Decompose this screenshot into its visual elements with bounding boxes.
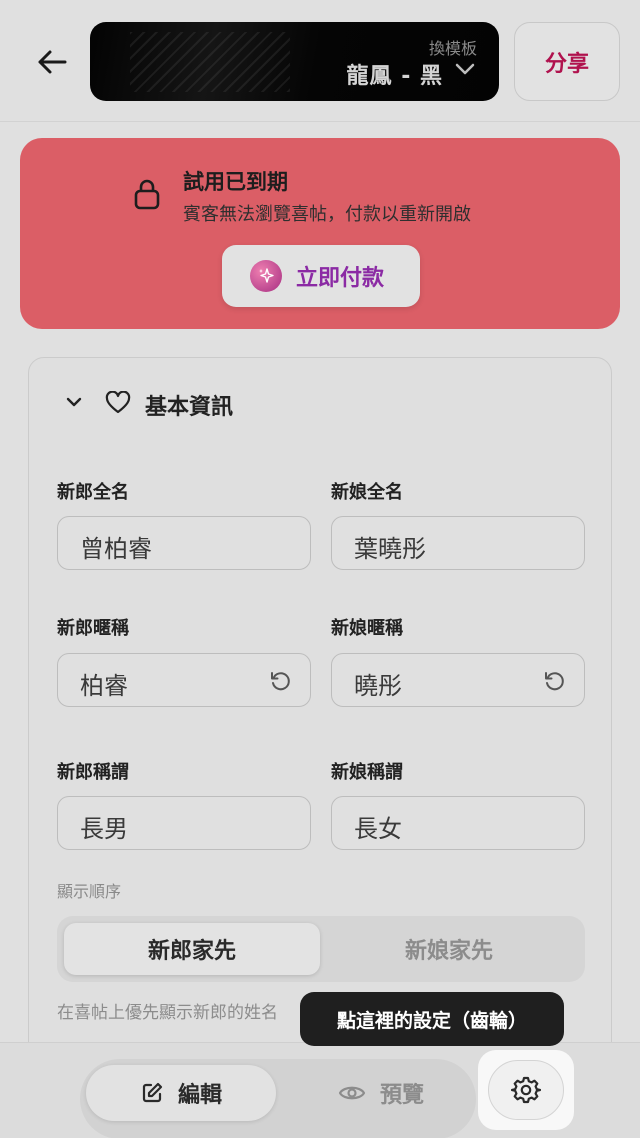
banner-title: 試用已到期 xyxy=(183,170,288,194)
trial-expired-banner: 試用已到期 賓客無法瀏覽喜帖，付款以重新開啟 立即付款 xyxy=(20,138,620,329)
arrow-left-icon xyxy=(38,50,67,74)
tab-edit-label: 編輯 xyxy=(177,1083,222,1108)
change-template-button[interactable]: 換模板 龍鳳 - 黑 xyxy=(90,22,499,101)
tab-preview-label: 預覽 xyxy=(379,1083,424,1108)
tab-edit[interactable]: 編輯 xyxy=(86,1065,276,1121)
gear-icon xyxy=(511,1076,541,1104)
reset-icon[interactable] xyxy=(268,669,292,693)
bride-name-label: 新娘全名 xyxy=(331,482,403,503)
groom-first-option[interactable]: 新郎家先 xyxy=(64,923,320,975)
display-order-toggle: 新郎家先 新娘家先 xyxy=(57,916,585,982)
share-button[interactable]: 分享 xyxy=(514,22,620,101)
bride-title-label: 新娘稱謂 xyxy=(331,762,403,783)
banner-subtitle: 賓客無法瀏覽喜帖，付款以重新開啟 xyxy=(183,204,471,225)
chevron-down-icon xyxy=(455,63,475,75)
bride-title-field[interactable]: 長女 xyxy=(331,796,585,850)
top-bar: 換模板 龍鳳 - 黑 分享 xyxy=(0,0,640,122)
reset-icon[interactable] xyxy=(542,669,566,693)
section-title: 基本資訊 xyxy=(145,395,234,420)
template-name: 龍鳳 - 黑 xyxy=(346,64,443,89)
groom-title-label: 新郎稱謂 xyxy=(57,762,129,783)
bride-title-value: 長女 xyxy=(354,815,402,843)
lock-icon xyxy=(134,179,160,210)
bride-first-option[interactable]: 新娘家先 xyxy=(320,923,578,975)
tab-preview[interactable]: 預覽 xyxy=(316,1065,446,1121)
groom-name-label: 新郎全名 xyxy=(57,482,129,503)
sparkle-icon xyxy=(250,260,282,292)
edit-icon xyxy=(142,1082,163,1103)
groom-name-value: 曾柏睿 xyxy=(80,535,152,563)
bride-name-field[interactable]: 葉曉彤 xyxy=(331,516,585,570)
bride-nick-field[interactable]: 曉彤 xyxy=(331,653,585,707)
back-button[interactable] xyxy=(28,42,76,82)
chevron-down-icon[interactable] xyxy=(65,395,83,409)
groom-nick-field[interactable]: 柏睿 xyxy=(57,653,311,707)
settings-button[interactable] xyxy=(488,1060,564,1120)
template-thumbnail xyxy=(130,32,290,92)
template-label: 換模板 xyxy=(428,39,477,58)
groom-nick-value: 柏睿 xyxy=(80,672,128,700)
mode-tabs: 編輯 預覽 xyxy=(80,1059,476,1138)
settings-tooltip: 點這裡的設定（齒輪） xyxy=(300,992,564,1046)
bride-nick-value: 曉彤 xyxy=(354,672,402,700)
display-order-helper: 在喜帖上優先顯示新郎的姓名 xyxy=(57,1003,278,1023)
groom-title-field[interactable]: 長男 xyxy=(57,796,311,850)
pay-now-label: 立即付款 xyxy=(296,266,385,291)
heart-icon xyxy=(105,391,131,414)
groom-title-value: 長男 xyxy=(80,815,128,843)
basic-info-card: 基本資訊 新郎全名 新娘全名 曾柏睿 葉曉彤 新郎暱稱 新娘暱稱 柏睿 曉彤 新… xyxy=(28,357,612,1097)
bride-nick-label: 新娘暱稱 xyxy=(331,618,403,639)
display-order-label: 顯示順序 xyxy=(57,882,122,901)
bride-name-value: 葉曉彤 xyxy=(354,535,426,563)
eye-icon xyxy=(338,1086,366,1100)
groom-nick-label: 新郎暱稱 xyxy=(57,618,129,639)
pay-now-button[interactable]: 立即付款 xyxy=(222,245,420,307)
groom-name-field[interactable]: 曾柏睿 xyxy=(57,516,311,570)
